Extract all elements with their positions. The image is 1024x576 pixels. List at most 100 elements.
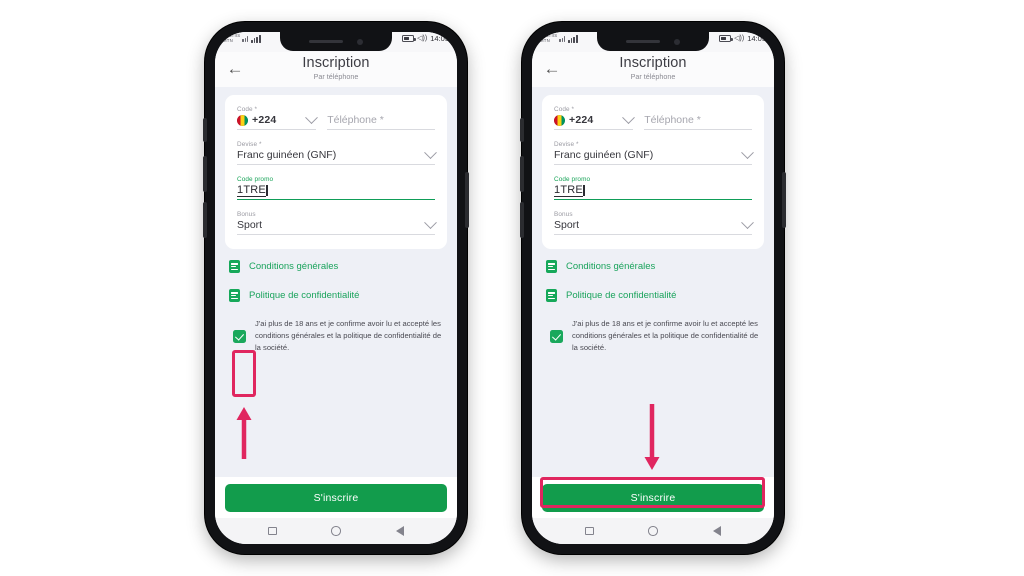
link-privacy-label: Politique de confidentialité bbox=[249, 290, 360, 302]
power-button-2[interactable] bbox=[782, 172, 786, 228]
legal-links-1: Conditions générales Politique de confid… bbox=[225, 249, 447, 353]
status-clock: 14:03 bbox=[747, 34, 766, 43]
field-bonus[interactable]: Bonus Sport bbox=[237, 211, 437, 236]
circle-icon[interactable] bbox=[648, 526, 658, 536]
field-code-phone-row: Code * +224 Téléphone * bbox=[554, 106, 752, 131]
promo-label: Code promo bbox=[554, 176, 591, 184]
phone-number-input[interactable]: Téléphone * bbox=[327, 114, 435, 131]
bonus-value: Sport bbox=[554, 219, 580, 232]
signal-bars-small-icon bbox=[559, 36, 566, 42]
consent-text: J'ai plus de 18 ans et je confirme avoir… bbox=[572, 319, 759, 352]
app-footer-2: S'inscrire bbox=[532, 477, 774, 518]
phone-mockup-1: CELTIIS MTN ◁)) 14:03 ← Inscription Par … bbox=[203, 22, 469, 554]
phone-placeholder: Téléphone * bbox=[644, 114, 701, 126]
square-icon[interactable] bbox=[268, 526, 277, 536]
document-icon bbox=[546, 289, 557, 303]
app-body-2: Code * +224 Téléphone * Devise * Franc g… bbox=[532, 87, 774, 477]
guinea-flag-icon bbox=[554, 115, 565, 127]
circle-icon[interactable] bbox=[331, 526, 341, 536]
battery-icon bbox=[719, 35, 733, 42]
android-navbar-1 bbox=[215, 518, 457, 544]
triangle-back-icon[interactable] bbox=[712, 526, 721, 536]
signal-bars-icon bbox=[568, 35, 578, 43]
page-subtitle: Par téléphone bbox=[313, 72, 359, 81]
bonus-label: Bonus bbox=[237, 211, 256, 219]
front-camera-icon bbox=[357, 38, 363, 45]
status-right-1: ◁)) 14:03 bbox=[402, 34, 449, 43]
page-title: Inscription bbox=[302, 55, 370, 71]
phone-screen-2: CELTIIS MTN ◁)) 14:03 ← Inscription Par … bbox=[532, 32, 774, 544]
volume-up-button-2[interactable] bbox=[520, 156, 524, 192]
volume-down-button-1[interactable] bbox=[203, 202, 207, 238]
text-caret bbox=[266, 185, 268, 197]
back-arrow-icon[interactable]: ← bbox=[542, 58, 562, 78]
registration-form-card-2: Code * +224 Téléphone * Devise * Franc g… bbox=[542, 95, 764, 250]
app-body-1: Code * +224 Téléphone * Devise * Franc g… bbox=[215, 87, 457, 477]
field-currency[interactable]: Devise * Franc guinéen (GNF) bbox=[554, 141, 754, 166]
consent-row-2: J'ai plus de 18 ans et je confirme avoir… bbox=[546, 318, 760, 353]
carrier-name-secondary: MTN bbox=[223, 37, 233, 43]
link-terms[interactable]: Conditions générales bbox=[229, 260, 443, 274]
field-bonus[interactable]: Bonus Sport bbox=[554, 211, 754, 236]
country-code-value: +224 bbox=[252, 114, 277, 126]
volume-icon: ◁)) bbox=[734, 35, 745, 42]
currency-label: Devise * bbox=[554, 141, 579, 149]
android-navbar-2 bbox=[532, 518, 774, 544]
submit-button[interactable]: S'inscrire bbox=[542, 484, 764, 512]
square-icon[interactable] bbox=[585, 526, 594, 536]
currency-value: Franc guinéen (GNF) bbox=[237, 149, 337, 162]
volume-down-button-2[interactable] bbox=[520, 202, 524, 238]
chevron-down-icon bbox=[741, 216, 754, 230]
page-subtitle: Par téléphone bbox=[630, 72, 676, 81]
link-terms-label: Conditions générales bbox=[566, 261, 656, 273]
battery-icon bbox=[402, 35, 416, 42]
phone-screen-1: CELTIIS MTN ◁)) 14:03 ← Inscription Par … bbox=[215, 32, 457, 544]
carrier-name-secondary: MTN bbox=[540, 37, 550, 43]
registration-form-card-1: Code * +224 Téléphone * Devise * Franc g… bbox=[225, 95, 447, 250]
field-currency[interactable]: Devise * Franc guinéen (GNF) bbox=[237, 141, 437, 166]
consent-text: J'ai plus de 18 ans et je confirme avoir… bbox=[255, 319, 442, 352]
consent-row-1: J'ai plus de 18 ans et je confirme avoir… bbox=[229, 318, 443, 353]
legal-links-2: Conditions générales Politique de confid… bbox=[542, 249, 764, 353]
country-code-value: +224 bbox=[569, 114, 594, 126]
silent-switch-1[interactable] bbox=[203, 118, 207, 142]
phone-number-input[interactable]: Téléphone * bbox=[644, 114, 752, 131]
consent-checkbox[interactable] bbox=[233, 329, 246, 343]
power-button-1[interactable] bbox=[465, 172, 469, 228]
document-icon bbox=[546, 260, 557, 274]
triangle-back-icon[interactable] bbox=[395, 526, 404, 536]
submit-button[interactable]: S'inscrire bbox=[225, 484, 447, 512]
chevron-down-icon bbox=[424, 146, 437, 160]
silent-switch-2[interactable] bbox=[520, 118, 524, 142]
promo-value: 1TRE bbox=[237, 184, 266, 198]
front-camera-icon bbox=[674, 38, 680, 45]
chevron-down-icon bbox=[622, 111, 636, 125]
back-arrow-icon[interactable]: ← bbox=[225, 58, 245, 78]
status-bar-2: CELTIIS MTN ◁)) 14:03 bbox=[532, 32, 774, 52]
page-title: Inscription bbox=[619, 55, 687, 71]
bonus-label: Bonus bbox=[554, 211, 573, 219]
link-terms[interactable]: Conditions générales bbox=[546, 260, 760, 274]
country-code-select[interactable]: Code * +224 bbox=[554, 106, 636, 131]
link-privacy-label: Politique de confidentialité bbox=[566, 290, 677, 302]
carrier-info-2: CELTIIS MTN bbox=[540, 33, 578, 43]
document-icon bbox=[229, 260, 240, 274]
field-promo-code[interactable]: Code promo 1TRE bbox=[237, 176, 435, 201]
field-code-phone-row: Code * +224 Téléphone * bbox=[237, 106, 435, 131]
field-promo-code[interactable]: Code promo 1TRE bbox=[554, 176, 752, 201]
status-right-2: ◁)) 14:03 bbox=[719, 34, 766, 43]
volume-up-button-1[interactable] bbox=[203, 156, 207, 192]
promo-value: 1TRE bbox=[554, 184, 583, 198]
carrier-info-1: CELTIIS MTN bbox=[223, 33, 261, 43]
link-privacy[interactable]: Politique de confidentialité bbox=[229, 289, 443, 303]
app-header-1: ← Inscription Par téléphone bbox=[215, 52, 457, 87]
phone-placeholder: Téléphone * bbox=[327, 114, 384, 126]
currency-label: Devise * bbox=[237, 141, 262, 149]
link-privacy[interactable]: Politique de confidentialité bbox=[546, 289, 760, 303]
app-header-2: ← Inscription Par téléphone bbox=[532, 52, 774, 87]
screenshot-canvas: CELTIIS MTN ◁)) 14:03 ← Inscription Par … bbox=[0, 0, 1024, 576]
earpiece-speaker bbox=[309, 39, 343, 44]
country-code-select[interactable]: Code * +224 bbox=[237, 106, 319, 131]
consent-checkbox[interactable] bbox=[550, 329, 563, 343]
promo-label: Code promo bbox=[237, 176, 274, 184]
